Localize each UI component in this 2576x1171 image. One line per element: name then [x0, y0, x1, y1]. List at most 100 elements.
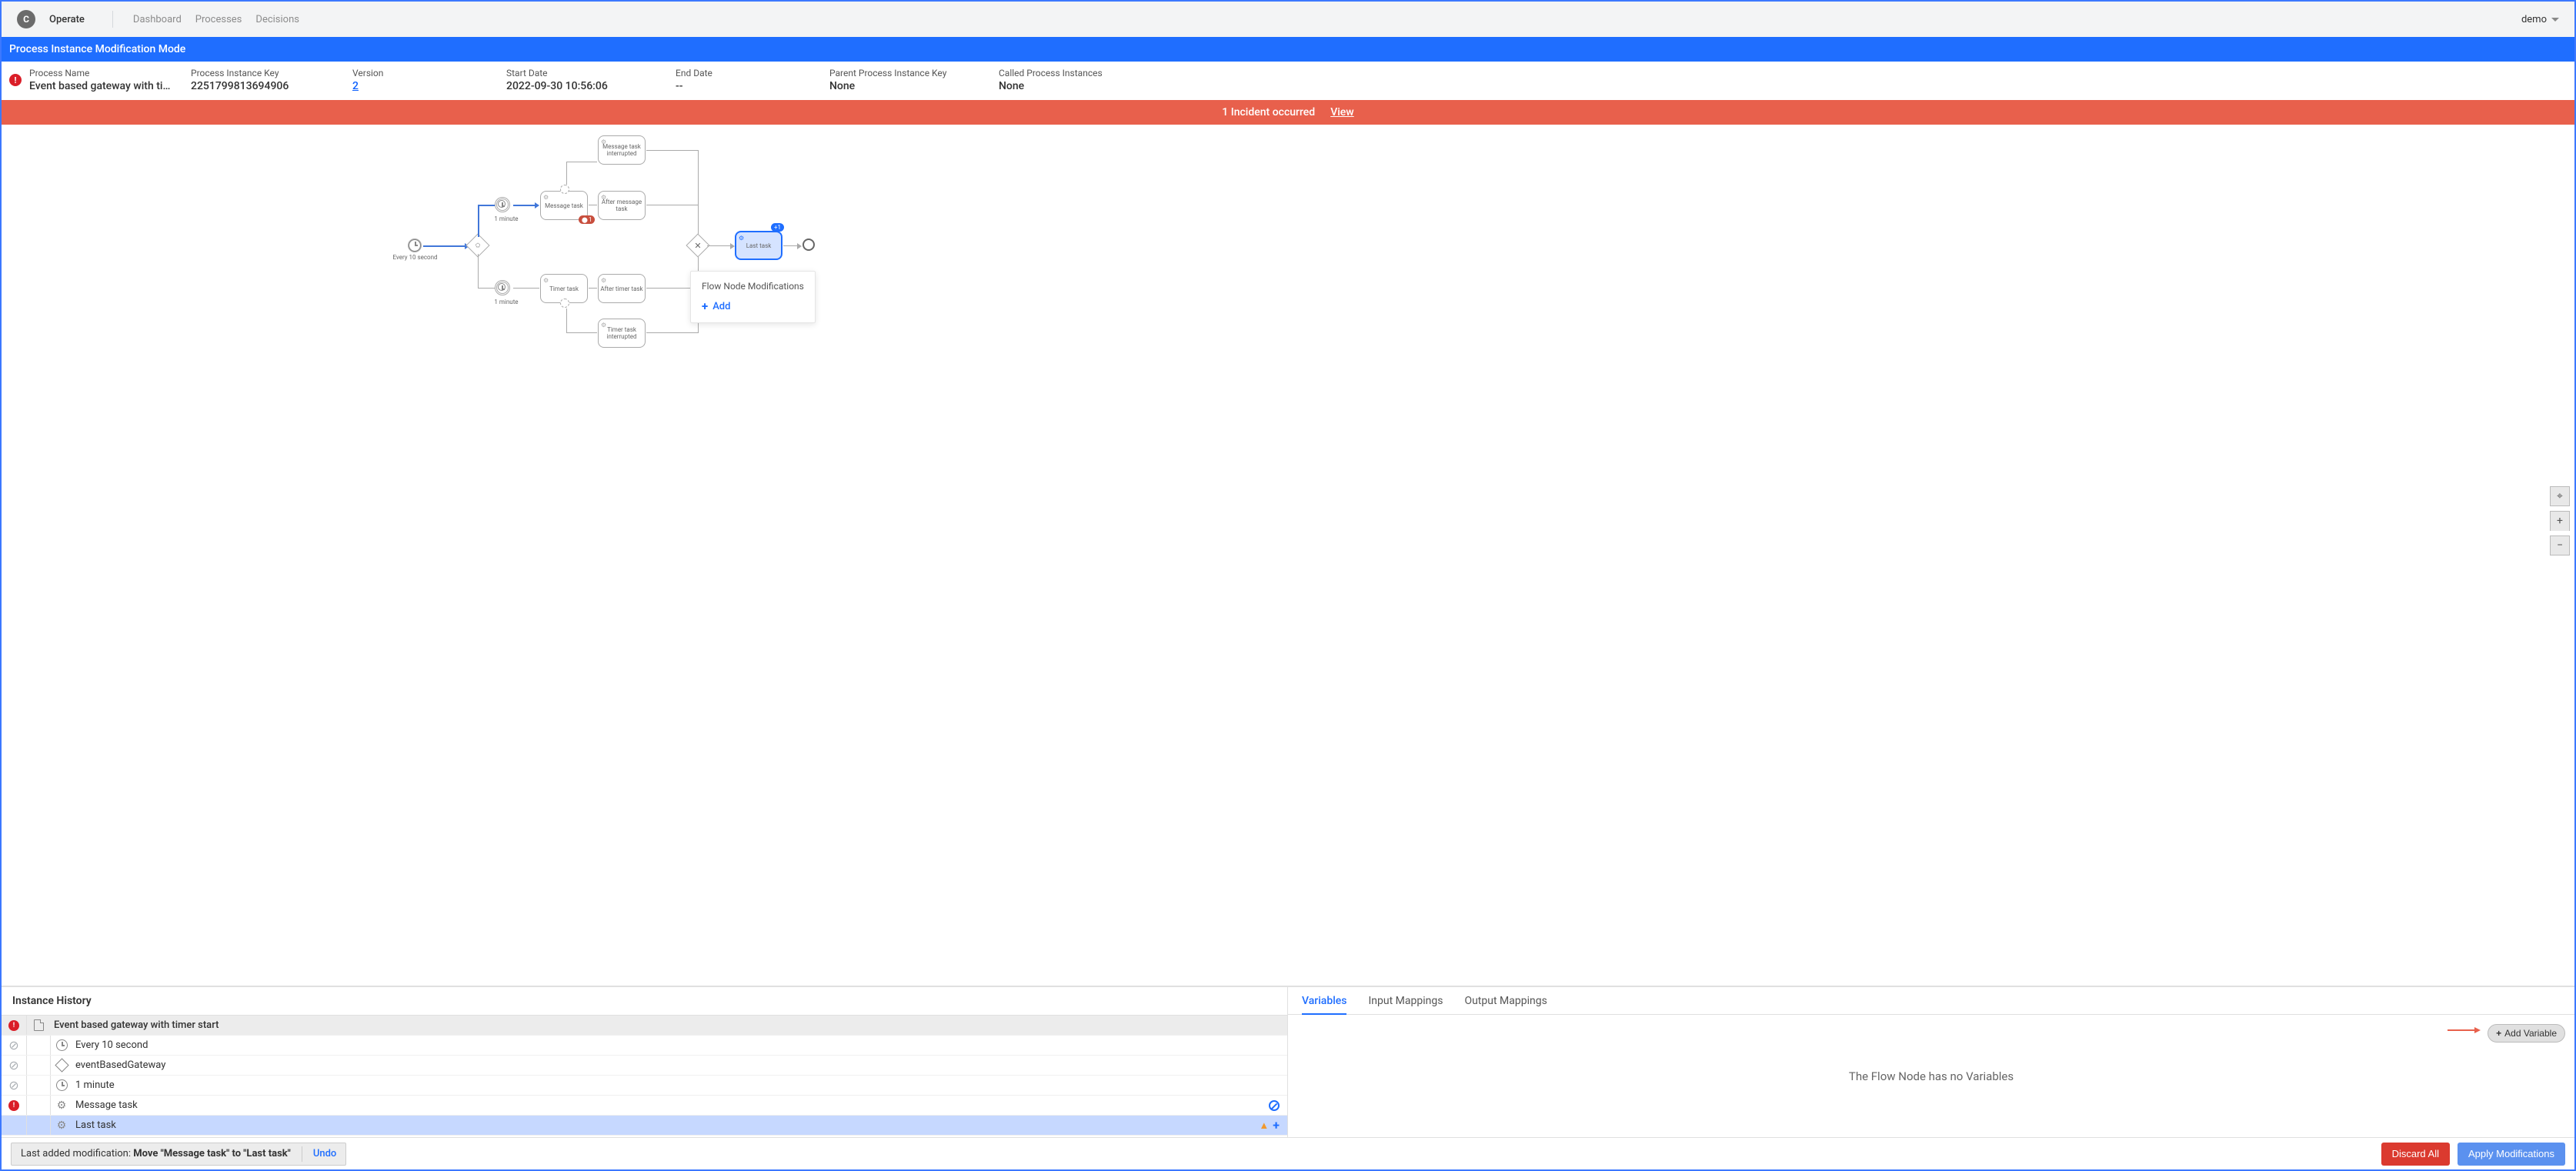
incident-banner: 1 Incident occurred View — [2, 100, 2574, 125]
incident-text: 1 Incident occurred — [1222, 106, 1315, 118]
warning-icon: ▲ — [1259, 1119, 1269, 1132]
top-nav: C Operate Dashboard Processes Decisions … — [2, 2, 2574, 37]
bpmn-connector — [478, 205, 479, 237]
bpmn-connector — [646, 332, 699, 333]
discard-all-button[interactable]: Discard All — [2381, 1143, 2450, 1166]
bpmn-exclusive-gateway[interactable]: ✕ — [686, 233, 709, 257]
bpmn-end-event[interactable] — [802, 239, 815, 251]
bpmn-connector — [423, 245, 466, 247]
bpmn-label-start: Every 10 second — [390, 254, 440, 261]
tab-variables[interactable]: Variables — [1302, 995, 1346, 1015]
bpmn-connector — [698, 205, 699, 237]
crosshair-icon: ⌖ — [2557, 490, 2563, 502]
check-icon: ⊘ — [8, 1038, 18, 1053]
bpmn-connector — [707, 245, 732, 246]
type-icon-cell — [26, 1016, 51, 1035]
gear-icon: ⚙ — [543, 194, 549, 201]
last-modification-text: Last added modification: Move "Message t… — [21, 1148, 291, 1159]
gear-icon: ⚙ — [601, 138, 606, 145]
bpmn-incident-badge: ⬤1 — [579, 215, 595, 224]
bpmn-task-last[interactable]: ⚙ Last task — [735, 231, 782, 260]
bpmn-timer-event[interactable] — [495, 280, 510, 295]
summary-process-name: Process Name Event based gateway with ti… — [29, 68, 175, 92]
bpmn-connector — [478, 205, 495, 206]
user-menu[interactable]: demo — [2521, 14, 2559, 25]
history-row-label: Message task — [72, 1099, 1269, 1111]
apply-modifications-button[interactable]: Apply Modifications — [2458, 1143, 2565, 1166]
zoom-controls: ⌖ + − — [2550, 486, 2570, 555]
history-row-label: Event based gateway with timer start — [51, 1019, 1280, 1031]
error-icon: ! — [8, 1100, 19, 1111]
plus-icon: + — [2496, 1028, 2501, 1039]
document-icon — [34, 1019, 44, 1031]
annotation-arrow — [2448, 1029, 2474, 1031]
undo-link[interactable]: Undo — [313, 1148, 336, 1159]
history-row[interactable]: ⚙Last task▲+ — [2, 1116, 1287, 1136]
nav-decisions[interactable]: Decisions — [255, 14, 299, 25]
history-row[interactable]: ! Event based gateway with timer start — [2, 1016, 1287, 1036]
type-icon-cell — [26, 1036, 51, 1055]
bpmn-task-msg-interrupted[interactable]: ⚙ Message task interrupted — [598, 135, 646, 165]
bpmn-label-timer1: 1 minute — [491, 215, 522, 222]
bpmn-label-timer2: 1 minute — [491, 299, 522, 305]
zoom-out-button[interactable]: − — [2550, 535, 2570, 555]
summary-parent-key: Parent Process Instance Key None — [829, 68, 983, 92]
bpmn-connector — [589, 288, 597, 289]
plus-icon[interactable]: + — [1273, 1118, 1280, 1133]
tab-input-mappings[interactable]: Input Mappings — [1368, 995, 1443, 1014]
empty-variables-message: The Flow Node has no Variables — [1849, 1069, 2014, 1083]
bpmn-boundary-event[interactable] — [560, 299, 569, 308]
bpmn-connector — [478, 288, 495, 289]
app-name: Operate — [49, 14, 85, 25]
footer-bar: Last added modification: Move "Message t… — [2, 1137, 2574, 1169]
gear-icon: ⚙ — [57, 1099, 67, 1112]
zoom-in-button[interactable]: + — [2550, 511, 2570, 531]
add-modification-button[interactable]: + Add — [702, 299, 804, 313]
tab-output-mappings[interactable]: Output Mappings — [1464, 995, 1547, 1014]
gear-icon: ⚙ — [601, 322, 606, 329]
bpmn-task-timer-interrupted[interactable]: ⚙ Timer task interrupted — [598, 319, 646, 348]
history-row-actions — [1269, 1100, 1287, 1111]
bpmn-start-event[interactable] — [408, 239, 422, 252]
bpmn-timer-event[interactable] — [495, 197, 510, 212]
summary-version: Version 2 — [352, 68, 491, 92]
popover-title: Flow Node Modifications — [702, 281, 804, 292]
nav-processes[interactable]: Processes — [195, 14, 242, 25]
bottom-panel: Instance History ! Event based gateway wi… — [2, 986, 2574, 1137]
modification-mode-banner: Process Instance Modification Mode — [2, 37, 2574, 62]
diagram-canvas[interactable]: Every 10 second ⬠ 1 minute ⚙ — [2, 125, 2574, 986]
chevron-down-icon — [2551, 18, 2559, 22]
version-link[interactable]: 2 — [352, 80, 359, 92]
type-icon-cell — [26, 1116, 51, 1135]
bpmn-connector — [513, 288, 539, 289]
gear-icon: ⚙ — [57, 1119, 67, 1132]
nav-dashboard[interactable]: Dashboard — [133, 14, 182, 25]
status-cell: ! — [2, 1020, 26, 1031]
gear-icon: ⚙ — [601, 277, 606, 284]
history-row[interactable]: ⊘1 minute — [2, 1076, 1287, 1096]
bpmn-add-badge: +1 — [771, 223, 784, 232]
history-row[interactable]: ! ⚙ Message task — [2, 1096, 1287, 1116]
bpmn-connector — [566, 309, 567, 333]
bpmn-boundary-event[interactable] — [560, 185, 569, 194]
reset-view-button[interactable]: ⌖ — [2550, 486, 2570, 506]
app-logo[interactable]: C — [17, 10, 35, 28]
node-type-icon: ⚙ — [51, 1119, 72, 1132]
history-row[interactable]: ⊘eventBasedGateway — [2, 1056, 1287, 1076]
variables-panel: Variables Input Mappings Output Mappings… — [1288, 987, 2574, 1137]
summary-start-date: Start Date 2022-09-30 10:56:06 — [506, 68, 660, 92]
incident-view-link[interactable]: View — [1330, 106, 1354, 118]
node-type-icon: ⚙ — [51, 1099, 72, 1112]
process-summary: ! Process Name Event based gateway with … — [2, 62, 2574, 100]
clock-icon — [56, 1039, 68, 1051]
history-row[interactable]: ⊘Every 10 second — [2, 1036, 1287, 1056]
arrow-icon — [797, 243, 802, 249]
bpmn-task-after-timer[interactable]: ⚙ After timer task — [598, 274, 646, 303]
type-icon-cell — [26, 1056, 51, 1075]
summary-end-date: End Date -- — [676, 68, 814, 92]
instance-history-header: Instance History — [2, 987, 1287, 1016]
check-icon: ⊘ — [8, 1058, 18, 1073]
incident-icon: ! — [9, 74, 22, 86]
add-variable-button[interactable]: + Add Variable — [2488, 1024, 2565, 1043]
bpmn-task-after-msg[interactable]: ⚙ After message task — [598, 191, 646, 220]
